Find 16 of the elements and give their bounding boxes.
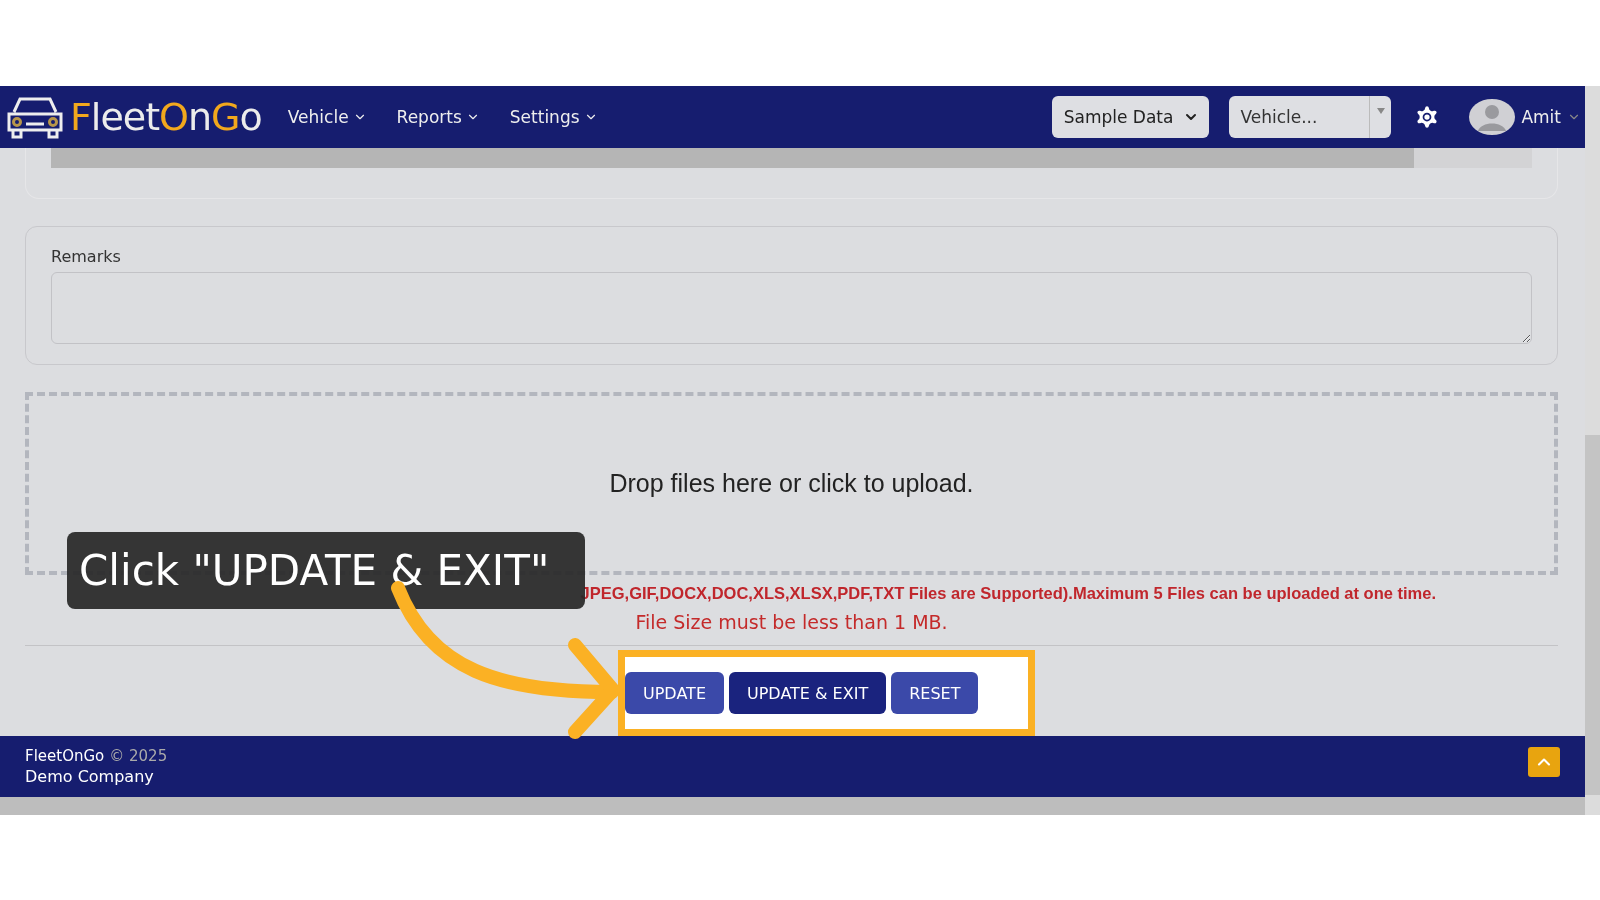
action-button[interactable]: UPDATE (625, 672, 724, 714)
data-select[interactable]: Sample Data (1051, 96, 1210, 138)
nav-menu[interactable]: Reports (396, 107, 480, 127)
footer-brand: FleetOnGo (25, 747, 105, 765)
copyright: © 2025 (109, 747, 168, 765)
field-label: Remarks (51, 246, 122, 266)
file-size-note: File Size must be less than 1 MB. (635, 611, 948, 633)
logo-wordmark: FleetOnGo (70, 95, 262, 139)
dropzone-text: Drop files here or click to upload. (609, 468, 974, 498)
nav-menu[interactable]: Settings (509, 107, 598, 127)
nav-menu[interactable]: Vehicle (287, 107, 367, 127)
company-name: Demo Company (25, 767, 155, 786)
vehicle-select[interactable]: Vehicle... (1229, 96, 1392, 138)
user-name[interactable]: Amit (1521, 107, 1561, 127)
action-button[interactable]: UPDATE & EXIT (729, 672, 887, 714)
action-button[interactable]: RESET (891, 672, 979, 714)
